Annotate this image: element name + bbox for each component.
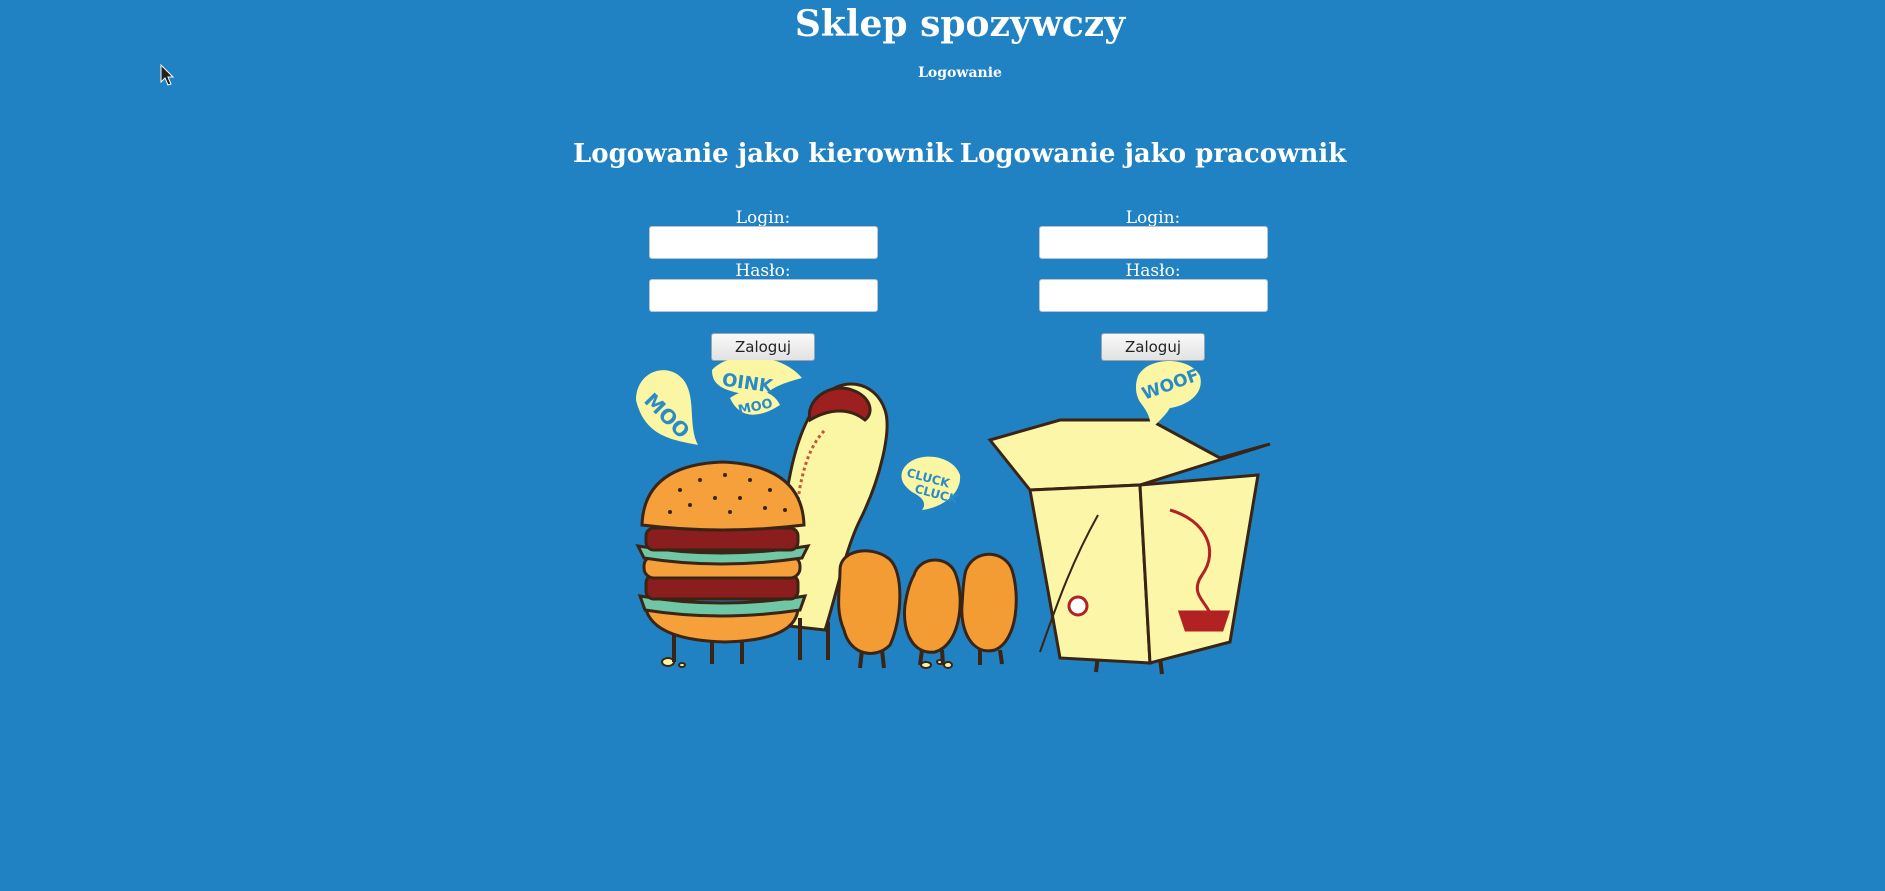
manager-login-heading: Logowanie jako kierownik: [572, 139, 954, 169]
manager-password-input[interactable]: [649, 279, 878, 312]
takeout-box-character: [987, 418, 1271, 675]
manager-login-input[interactable]: [649, 226, 878, 259]
fast-food-illustration: MOO OINK MOO CLUCK CLUCK WOOF: [635, 360, 1271, 675]
worker-password-label: Hasło:: [1125, 261, 1181, 281]
worker-login-button[interactable]: Zaloguj: [1101, 333, 1205, 361]
manager-login-button[interactable]: Zaloguj: [711, 333, 815, 361]
crumbs-decoration: [661, 657, 953, 669]
burger-character: [635, 460, 811, 664]
worker-login-label: Login:: [1125, 208, 1181, 228]
worker-login-panel: Logowanie jako pracownik Login: Hasło: Z…: [958, 136, 1348, 361]
nav-link-login[interactable]: Logowanie: [0, 64, 1885, 82]
manager-login-label: Login:: [735, 208, 791, 228]
worker-login-heading: Logowanie jako pracownik: [959, 139, 1347, 169]
manager-password-label: Hasło:: [735, 261, 791, 281]
mouse-cursor-icon: [160, 64, 175, 86]
manager-login-panel: Logowanie jako kierownik Login: Hasło: Z…: [568, 136, 958, 361]
nugget-characters: [837, 549, 1018, 669]
worker-login-input[interactable]: [1039, 226, 1268, 259]
page-title: Sklep spozywczy: [794, 3, 1126, 45]
worker-password-input[interactable]: [1039, 279, 1268, 312]
